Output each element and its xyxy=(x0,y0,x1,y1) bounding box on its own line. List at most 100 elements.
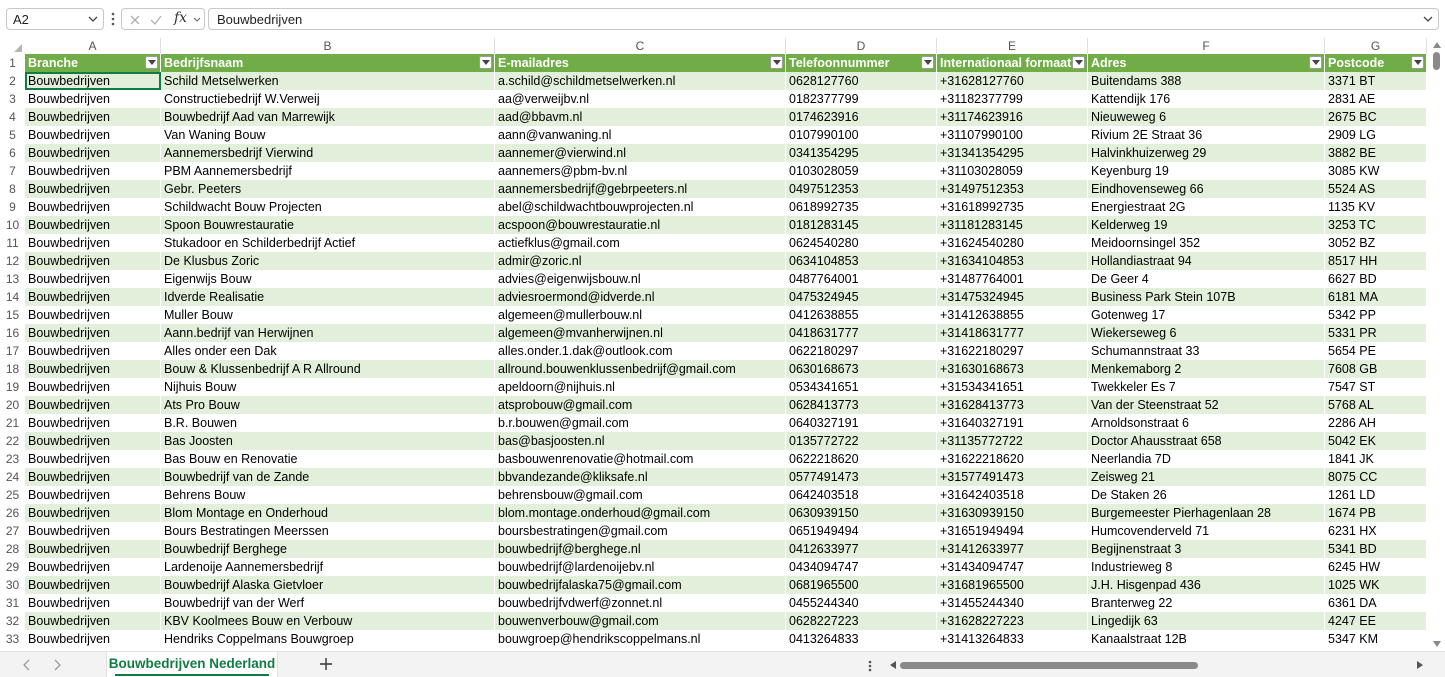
cell-adres[interactable]: Menkemaborg 2 xyxy=(1088,360,1325,378)
cell-internationaal-formaat[interactable]: +31577491473 xyxy=(937,468,1088,486)
cell-branche[interactable]: Bouwbedrijven xyxy=(25,558,161,576)
cell-e-mailadres[interactable]: allround.bouwenklussenbedrijf@gmail.com xyxy=(495,360,786,378)
row-number[interactable]: 11 xyxy=(0,234,25,252)
cell-e-mailadres[interactable]: algemeen@mullerbouw.nl xyxy=(495,306,786,324)
cell-branche[interactable]: Bouwbedrijven xyxy=(25,126,161,144)
cell-adres[interactable]: Buitendams 388 xyxy=(1088,72,1325,90)
cell-bedrijfsnaam[interactable]: Alles onder een Dak xyxy=(161,342,495,360)
cell-telefoonnummer[interactable]: 0622218620 xyxy=(786,450,937,468)
cell-internationaal-formaat[interactable]: +31103028059 xyxy=(937,162,1088,180)
cell-adres[interactable]: Rivium 2E Straat 36 xyxy=(1088,126,1325,144)
cell-telefoonnummer[interactable]: 0487764001 xyxy=(786,270,937,288)
cell-postcode[interactable]: 2286 AH xyxy=(1325,414,1427,432)
cell-postcode[interactable]: 1841 JK xyxy=(1325,450,1427,468)
cell-e-mailadres[interactable]: aannemer@vierwind.nl xyxy=(495,144,786,162)
cell-e-mailadres[interactable]: bbvandezande@kliksafe.nl xyxy=(495,468,786,486)
row-number[interactable]: 25 xyxy=(0,486,25,504)
cell-telefoonnummer[interactable]: 0630168673 xyxy=(786,360,937,378)
cell-postcode[interactable]: 3253 TC xyxy=(1325,216,1427,234)
row-number[interactable]: 1 xyxy=(0,54,25,72)
column-header-g[interactable]: G xyxy=(1325,38,1427,54)
cell-branche[interactable]: Bouwbedrijven xyxy=(25,540,161,558)
row-number[interactable]: 16 xyxy=(0,324,25,342)
cell-adres[interactable]: Hollandiastraat 94 xyxy=(1088,252,1325,270)
cell-e-mailadres[interactable]: behrensbouw@gmail.com xyxy=(495,486,786,504)
cell-adres[interactable]: Meidoornsingel 352 xyxy=(1088,234,1325,252)
cell-internationaal-formaat[interactable]: +31418631777 xyxy=(937,324,1088,342)
cell-postcode[interactable]: 5768 AL xyxy=(1325,396,1427,414)
cell-postcode[interactable]: 3882 BE xyxy=(1325,144,1427,162)
scroll-down-icon[interactable] xyxy=(1433,641,1441,647)
cell-adres[interactable]: De Geer 4 xyxy=(1088,270,1325,288)
chevron-down-icon[interactable] xyxy=(87,13,99,25)
cell-telefoonnummer[interactable]: 0628127760 xyxy=(786,72,937,90)
cell-e-mailadres[interactable]: atsprobouw@gmail.com xyxy=(495,396,786,414)
cell-internationaal-formaat[interactable]: +31341354295 xyxy=(937,144,1088,162)
scroll-right-icon[interactable] xyxy=(1417,661,1423,669)
cell-branche[interactable]: Bouwbedrijven xyxy=(25,342,161,360)
vertical-scrollbar[interactable] xyxy=(1429,38,1445,651)
filter-dropdown-icon[interactable] xyxy=(1309,56,1322,69)
cell-telefoonnummer[interactable]: 0577491473 xyxy=(786,468,937,486)
cell-e-mailadres[interactable]: basbouwenrenovatie@hotmail.com xyxy=(495,450,786,468)
cell-adres[interactable]: Wiekerseweg 6 xyxy=(1088,324,1325,342)
cell-internationaal-formaat[interactable]: +31413264833 xyxy=(937,630,1088,648)
cell-telefoonnummer[interactable]: 0628413773 xyxy=(786,396,937,414)
cell-branche[interactable]: Bouwbedrijven xyxy=(25,468,161,486)
cell-bedrijfsnaam[interactable]: Bas Joosten xyxy=(161,432,495,450)
cell-branche[interactable]: Bouwbedrijven xyxy=(25,216,161,234)
cell-e-mailadres[interactable]: aad@bbavm.nl xyxy=(495,108,786,126)
cell-telefoonnummer[interactable]: 0475324945 xyxy=(786,288,937,306)
cell-telefoonnummer[interactable]: 0640327191 xyxy=(786,414,937,432)
cell-adres[interactable]: Zeisweg 21 xyxy=(1088,468,1325,486)
cell-e-mailadres[interactable]: bouwenverbouw@gmail.com xyxy=(495,612,786,630)
cell-telefoonnummer[interactable]: 0412633977 xyxy=(786,540,937,558)
column-header-a[interactable]: A xyxy=(25,38,161,54)
cell-adres[interactable]: Energiestraat 2G xyxy=(1088,198,1325,216)
cell-branche[interactable]: Bouwbedrijven xyxy=(25,144,161,162)
more-options-icon[interactable] xyxy=(866,659,874,673)
cell-e-mailadres[interactable]: adviesroermond@idverde.nl xyxy=(495,288,786,306)
row-number[interactable]: 30 xyxy=(0,576,25,594)
header-cell-internationaal-formaat[interactable]: Internationaal formaat xyxy=(937,54,1088,72)
cell-internationaal-formaat[interactable]: +31628413773 xyxy=(937,396,1088,414)
row-number[interactable]: 15 xyxy=(0,306,25,324)
cell-telefoonnummer[interactable]: 0413264833 xyxy=(786,630,937,648)
enter-check-icon[interactable] xyxy=(149,13,163,27)
cell-e-mailadres[interactable]: aannemersbedrijf@gebrpeeters.nl xyxy=(495,180,786,198)
vertical-scroll-thumb[interactable] xyxy=(1433,52,1440,70)
cell-bedrijfsnaam[interactable]: B.R. Bouwen xyxy=(161,414,495,432)
cell-internationaal-formaat[interactable]: +31434094747 xyxy=(937,558,1088,576)
header-cell-postcode[interactable]: Postcode xyxy=(1325,54,1427,72)
cell-branche[interactable]: Bouwbedrijven xyxy=(25,594,161,612)
cell-bedrijfsnaam[interactable]: Lardenoije Aannemersbedrijf xyxy=(161,558,495,576)
cell-bedrijfsnaam[interactable]: Idverde Realisatie xyxy=(161,288,495,306)
cell-telefoonnummer[interactable]: 0412638855 xyxy=(786,306,937,324)
cell-adres[interactable]: Industrieweg 8 xyxy=(1088,558,1325,576)
cell-adres[interactable]: Eindhovenseweg 66 xyxy=(1088,180,1325,198)
cell-bedrijfsnaam[interactable]: Nijhuis Bouw xyxy=(161,378,495,396)
cell-telefoonnummer[interactable]: 0103028059 xyxy=(786,162,937,180)
row-number[interactable]: 26 xyxy=(0,504,25,522)
cell-bedrijfsnaam[interactable]: Bouwbedrijf Aad van Marrewijk xyxy=(161,108,495,126)
cell-e-mailadres[interactable]: aann@vanwaning.nl xyxy=(495,126,786,144)
filter-dropdown-icon[interactable] xyxy=(921,56,934,69)
cell-branche[interactable]: Bouwbedrijven xyxy=(25,378,161,396)
cell-telefoonnummer[interactable]: 0174623916 xyxy=(786,108,937,126)
cell-branche[interactable]: Bouwbedrijven xyxy=(25,108,161,126)
cell-adres[interactable]: Nieuweweg 6 xyxy=(1088,108,1325,126)
cell-e-mailadres[interactable]: advies@eigenwijsbouw.nl xyxy=(495,270,786,288)
insert-function-button[interactable]: fx xyxy=(174,10,187,26)
cell-internationaal-formaat[interactable]: +31181283145 xyxy=(937,216,1088,234)
cell-adres[interactable]: Neerlandia 7D xyxy=(1088,450,1325,468)
cell-bedrijfsnaam[interactable]: Bouwbedrijf Alaska Gietvloer xyxy=(161,576,495,594)
select-all-corner[interactable] xyxy=(0,38,25,54)
cell-e-mailadres[interactable]: b.r.bouwen@gmail.com xyxy=(495,414,786,432)
cell-postcode[interactable]: 3052 BZ xyxy=(1325,234,1427,252)
chevron-down-icon[interactable] xyxy=(192,15,202,25)
cell-telefoonnummer[interactable]: 0135772722 xyxy=(786,432,937,450)
cell-adres[interactable]: Business Park Stein 107B xyxy=(1088,288,1325,306)
cell-branche[interactable]: Bouwbedrijven xyxy=(25,396,161,414)
cell-branche[interactable]: Bouwbedrijven xyxy=(25,450,161,468)
cell-internationaal-formaat[interactable]: +31622180297 xyxy=(937,342,1088,360)
